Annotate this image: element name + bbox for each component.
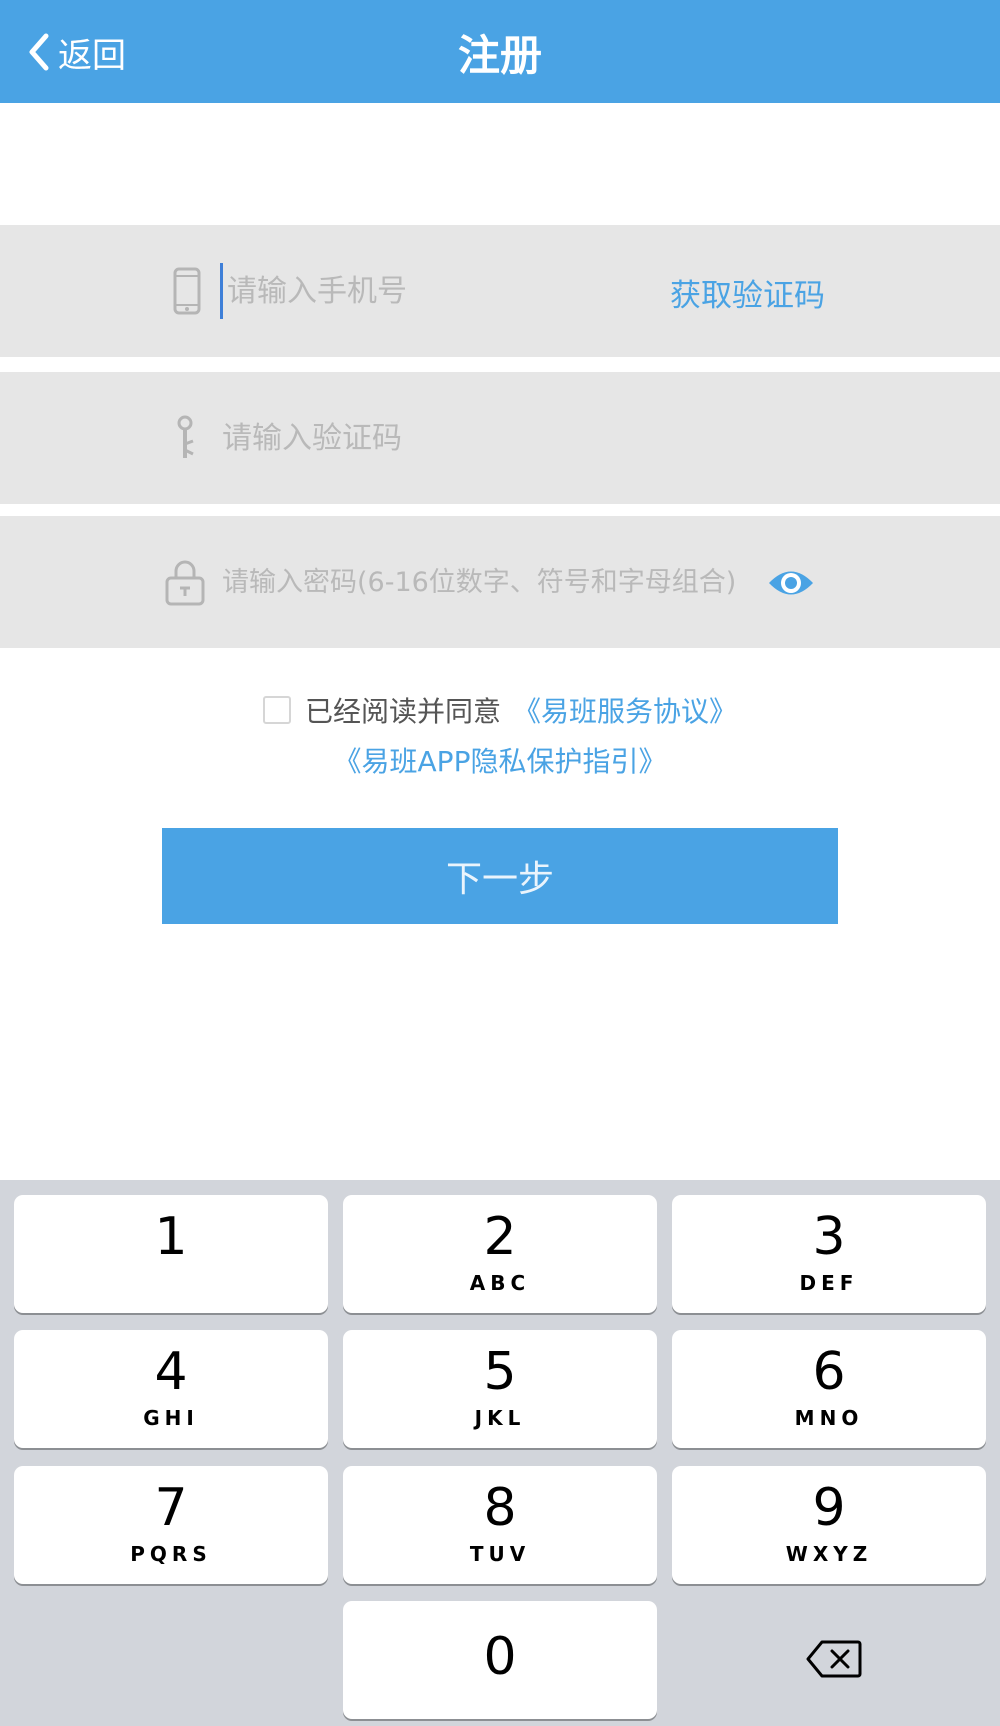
agreement-section: 已经阅读并同意 《易班服务协议》 《易班APP隐私保护指引》 xyxy=(0,688,1000,782)
agreement-text: 已经阅读并同意 xyxy=(304,695,501,728)
password-input[interactable] xyxy=(222,554,762,610)
key-6[interactable]: 6 MNO xyxy=(672,1330,986,1448)
next-step-button[interactable]: 下一步 xyxy=(162,828,838,924)
code-field-row xyxy=(0,372,1000,504)
agree-checkbox[interactable] xyxy=(262,696,291,724)
phone-field-row: 获取验证码 xyxy=(0,225,1000,357)
backspace-icon xyxy=(806,1640,862,1678)
phone-icon xyxy=(173,267,201,315)
nav-bar: 返回 注册 xyxy=(0,0,1000,103)
key-3[interactable]: 3 DEF xyxy=(672,1195,986,1313)
numeric-keypad: 1 2 ABC 3 DEF 4 GHI 5 JKL 6 MNO 7 PQRS 8… xyxy=(0,1180,1000,1726)
key-icon xyxy=(177,415,194,458)
privacy-guide-link[interactable]: 《易班APP隐私保护指引》 xyxy=(334,740,667,780)
key-9[interactable]: 9 WXYZ xyxy=(672,1466,986,1584)
code-input[interactable] xyxy=(222,410,822,466)
get-code-button[interactable]: 获取验证码 xyxy=(670,270,825,315)
password-field-row xyxy=(0,516,1000,648)
eye-icon[interactable] xyxy=(766,558,816,608)
key-0[interactable]: 0 xyxy=(343,1601,657,1719)
service-agreement-link[interactable]: 《易班服务协议》 xyxy=(513,690,737,730)
key-5[interactable]: 5 JKL xyxy=(343,1330,657,1448)
key-4[interactable]: 4 GHI xyxy=(14,1330,328,1448)
phone-input[interactable] xyxy=(220,263,640,319)
key-7[interactable]: 7 PQRS xyxy=(14,1466,328,1584)
page-title: 注册 xyxy=(457,31,542,80)
delete-key[interactable] xyxy=(672,1601,986,1719)
key-8[interactable]: 8 TUV xyxy=(343,1466,657,1584)
key-2[interactable]: 2 ABC xyxy=(343,1195,657,1313)
key-1[interactable]: 1 xyxy=(14,1195,328,1313)
lock-icon xyxy=(165,560,205,606)
